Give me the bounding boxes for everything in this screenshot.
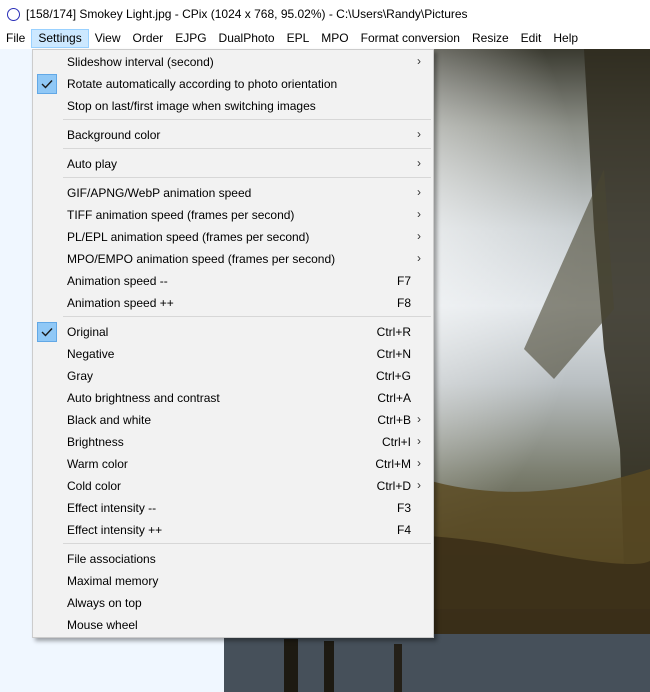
menu-item-shortcut: F4: [396, 523, 411, 537]
menu-item-rotate-automatically-according-to-photo-orientation[interactable]: Rotate automatically according to photo …: [35, 73, 431, 95]
menu-item-shortcut: Ctrl+R: [376, 325, 411, 339]
menu-item-label: Maximal memory: [67, 574, 159, 588]
menu-format-conversion[interactable]: Format conversion: [355, 29, 466, 48]
menu-item-always-on-top[interactable]: Always on top: [35, 592, 431, 614]
menu-item-label: Brightness: [67, 435, 124, 449]
menu-separator: [63, 543, 431, 544]
submenu-arrow-icon: ›: [417, 54, 421, 68]
menu-item-mpo-empo-animation-speed-frames-per-second[interactable]: MPO/EMPO animation speed (frames per sec…: [35, 248, 431, 270]
menu-item-label: TIFF animation speed (frames per second): [67, 208, 295, 222]
menu-item-label: Slideshow interval (second): [67, 55, 214, 69]
menu-item-original[interactable]: Original Ctrl+R: [35, 321, 431, 343]
submenu-arrow-icon: ›: [417, 434, 421, 448]
menu-item-label: Black and white: [67, 413, 152, 427]
menu-item-label: Animation speed ++: [67, 296, 174, 310]
menu-separator: [63, 316, 431, 317]
menu-ejpg[interactable]: EJPG: [169, 29, 212, 48]
menu-item-maximal-memory[interactable]: Maximal memory: [35, 570, 431, 592]
menu-item-label: Auto play: [67, 157, 118, 171]
submenu-arrow-icon: ›: [417, 185, 421, 199]
menu-separator: [63, 177, 431, 178]
menu-item-gif-apng-webp-animation-speed[interactable]: GIF/APNG/WebP animation speed ›: [35, 182, 431, 204]
menu-separator: [63, 148, 431, 149]
menu-item-auto-play[interactable]: Auto play ›: [35, 153, 431, 175]
menu-item-effect-intensity[interactable]: Effect intensity -- F3: [35, 497, 431, 519]
menu-item-label: Mouse wheel: [67, 618, 138, 632]
menu-item-label: Negative: [67, 347, 115, 361]
menu-item-shortcut: F3: [396, 501, 411, 515]
menu-item-slideshow-interval-second[interactable]: Slideshow interval (second) ›: [35, 51, 431, 73]
menu-item-label: Warm color: [67, 457, 128, 471]
submenu-arrow-icon: ›: [417, 456, 421, 470]
menu-item-animation-speed[interactable]: Animation speed ++ F8: [35, 292, 431, 314]
submenu-arrow-icon: ›: [417, 412, 421, 426]
menu-edit[interactable]: Edit: [515, 29, 548, 48]
menu-item-cold-color[interactable]: Cold color Ctrl+D ›: [35, 475, 431, 497]
window-title: [158/174] Smokey Light.jpg - CPix (1024 …: [26, 7, 468, 21]
menu-bar: File Settings View Order EJPG DualPhoto EPL MPO…: [0, 28, 650, 49]
menu-item-label: Cold color: [67, 479, 122, 493]
menu-item-label: Auto brightness and contrast: [67, 391, 220, 405]
menu-order[interactable]: Order: [127, 29, 170, 48]
menu-view[interactable]: View: [89, 29, 127, 48]
submenu-arrow-icon: ›: [417, 251, 421, 265]
menu-dualphoto[interactable]: DualPhoto: [213, 29, 281, 48]
menu-item-stop-on-last-first-image-when-switching-images[interactable]: Stop on last/first image when switching …: [35, 95, 431, 117]
menu-item-label: File associations: [67, 552, 156, 566]
menu-mpo[interactable]: MPO: [315, 29, 354, 48]
title-bar: [158/174] Smokey Light.jpg - CPix (1024 …: [0, 0, 650, 28]
checkmark-icon: [37, 74, 57, 94]
submenu-arrow-icon: ›: [417, 478, 421, 492]
menu-item-shortcut: Ctrl+B: [377, 413, 411, 427]
menu-item-shortcut: Ctrl+G: [375, 369, 411, 383]
menu-item-shortcut: Ctrl+D: [376, 479, 411, 493]
menu-resize[interactable]: Resize: [466, 29, 515, 48]
menu-item-label: PL/EPL animation speed (frames per secon…: [67, 230, 310, 244]
menu-epl[interactable]: EPL: [281, 29, 316, 48]
menu-item-auto-brightness-and-contrast[interactable]: Auto brightness and contrast Ctrl+A: [35, 387, 431, 409]
submenu-arrow-icon: ›: [417, 229, 421, 243]
submenu-arrow-icon: ›: [417, 207, 421, 221]
menu-item-pl-epl-animation-speed-frames-per-second[interactable]: PL/EPL animation speed (frames per secon…: [35, 226, 431, 248]
menu-item-black-and-white[interactable]: Black and white Ctrl+B ›: [35, 409, 431, 431]
menu-separator: [63, 119, 431, 120]
menu-item-label: Rotate automatically according to photo …: [67, 77, 338, 91]
submenu-arrow-icon: ›: [417, 127, 421, 141]
menu-item-warm-color[interactable]: Warm color Ctrl+M ›: [35, 453, 431, 475]
menu-item-label: Animation speed --: [67, 274, 168, 288]
menu-item-negative[interactable]: Negative Ctrl+N: [35, 343, 431, 365]
menu-item-animation-speed[interactable]: Animation speed -- F7: [35, 270, 431, 292]
menu-item-tiff-animation-speed-frames-per-second[interactable]: TIFF animation speed (frames per second)…: [35, 204, 431, 226]
menu-item-label: MPO/EMPO animation speed (frames per sec…: [67, 252, 336, 266]
menu-item-label: Effect intensity --: [67, 501, 157, 515]
menu-item-label: Always on top: [67, 596, 142, 610]
menu-item-shortcut: Ctrl+M: [375, 457, 411, 471]
menu-item-label: Original: [67, 325, 109, 339]
settings-dropdown-menu: Slideshow interval (second) › Rotate autom…: [32, 49, 434, 638]
menu-item-gray[interactable]: Gray Ctrl+G: [35, 365, 431, 387]
menu-item-label: Effect intensity ++: [67, 523, 163, 537]
menu-item-label: Background color: [67, 128, 161, 142]
checkmark-icon: [37, 322, 57, 342]
menu-item-label: Stop on last/first image when switching …: [67, 99, 316, 113]
menu-item-brightness[interactable]: Brightness Ctrl+I ›: [35, 431, 431, 453]
menu-file[interactable]: File: [0, 29, 31, 48]
menu-item-shortcut: F7: [396, 274, 411, 288]
menu-item-mouse-wheel[interactable]: Mouse wheel: [35, 614, 431, 636]
menu-item-shortcut: Ctrl+I: [381, 435, 411, 449]
menu-item-label: GIF/APNG/WebP animation speed: [67, 186, 252, 200]
menu-item-label: Gray: [67, 369, 94, 383]
menu-item-effect-intensity[interactable]: Effect intensity ++ F4: [35, 519, 431, 541]
menu-help[interactable]: Help: [547, 29, 584, 48]
menu-item-shortcut: F8: [396, 296, 411, 310]
submenu-arrow-icon: ›: [417, 156, 421, 170]
app-icon[interactable]: [7, 7, 20, 21]
menu-item-shortcut: Ctrl+N: [376, 347, 411, 361]
menu-item-shortcut: Ctrl+A: [377, 391, 411, 405]
menu-settings[interactable]: Settings: [31, 29, 89, 48]
menu-item-file-associations[interactable]: File associations: [35, 548, 431, 570]
menu-item-background-color[interactable]: Background color ›: [35, 124, 431, 146]
